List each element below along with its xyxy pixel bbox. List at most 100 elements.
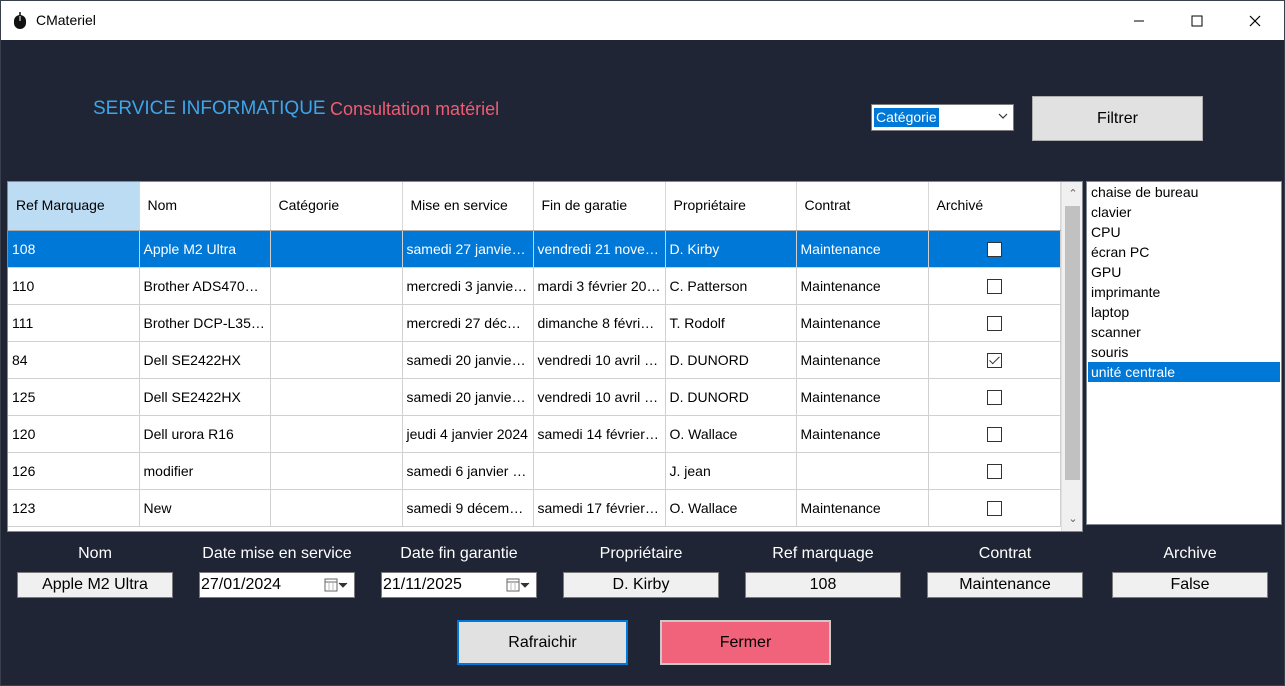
archive-checkbox[interactable] [986, 352, 1002, 368]
calendar-icon[interactable] [324, 577, 348, 593]
cell-mise[interactable]: samedi 27 janvier 2024 [402, 230, 534, 268]
category-list-item[interactable]: clavier [1088, 202, 1280, 222]
cell-mise[interactable]: samedi 20 janvier 2024 [402, 378, 534, 416]
archive-field[interactable]: False [1112, 572, 1268, 598]
column-header[interactable]: Contrat [796, 182, 929, 231]
category-list-item[interactable]: laptop [1088, 302, 1280, 322]
table-row[interactable]: 108Apple M2 Ultra samedi 27 janvier 2024v… [8, 230, 1061, 268]
cell-mise[interactable]: samedi 6 janvier 2024 [402, 452, 534, 490]
date-fin-picker[interactable]: 21/11/2025 [381, 572, 537, 598]
vertical-scrollbar[interactable]: ⌃ ⌄ [1061, 182, 1082, 531]
archive-checkbox[interactable] [986, 315, 1002, 331]
archive-checkbox[interactable] [986, 426, 1002, 442]
cell-ref[interactable]: 110 [8, 267, 140, 305]
cell-fin[interactable]: dimanche 8 février 2026 [533, 304, 666, 342]
category-list-item[interactable]: souris [1088, 342, 1280, 362]
category-listbox[interactable]: chaise de bureau clavier CPU écran PC GPU imp… [1086, 181, 1282, 525]
category-list-item[interactable]: GPU [1088, 262, 1280, 282]
cell-categorie[interactable] [270, 304, 403, 342]
category-list-item[interactable]: scanner [1088, 322, 1280, 342]
archive-checkbox[interactable] [986, 241, 1002, 257]
cell-nom[interactable]: Apple M2 Ultra [139, 230, 271, 268]
cell-categorie[interactable] [270, 489, 403, 527]
cell-contrat[interactable]: Maintenance [796, 415, 929, 453]
cell-fin[interactable]: samedi 17 février 2024 [533, 489, 666, 527]
column-header[interactable]: Nom [139, 182, 271, 231]
column-header[interactable]: Fin de garatie [533, 182, 666, 231]
cell-mise[interactable]: mercredi 3 janvier 2024 [402, 267, 534, 305]
cell-archive[interactable] [928, 267, 1061, 305]
ref-field[interactable]: 108 [745, 572, 901, 598]
cell-nom[interactable]: Dell SE2422HX [139, 378, 271, 416]
contrat-field[interactable]: Maintenance [927, 572, 1083, 598]
calendar-icon[interactable] [506, 577, 530, 593]
cell-ref[interactable]: 123 [8, 489, 140, 527]
cell-nom[interactable]: Brother ADS4700W [139, 267, 271, 305]
column-header[interactable]: Mise en service [402, 182, 534, 231]
cell-archive[interactable] [928, 452, 1061, 490]
cell-ref[interactable]: 120 [8, 415, 140, 453]
cell-proprietaire[interactable]: C. Patterson [665, 267, 797, 305]
nom-field[interactable]: Apple M2 Ultra [17, 572, 173, 598]
table-row[interactable]: 84Dell SE2422HX samedi 20 janvier 2024ven… [8, 341, 1061, 379]
cell-categorie[interactable] [270, 415, 403, 453]
cell-archive[interactable] [928, 378, 1061, 416]
cell-fin[interactable]: mardi 3 février 2026 [533, 267, 666, 305]
table-row[interactable]: 126 modifier samedi 6 janvier 2024 J. jean [8, 452, 1061, 490]
cell-fin[interactable]: samedi 14 février 2026 [533, 415, 666, 453]
cell-contrat[interactable]: Maintenance [796, 267, 929, 305]
materiel-grid[interactable]: Ref Marquage Nom Catégorie Mise en service F… [7, 181, 1083, 532]
table-row[interactable]: 123New samedi 9 décembre 2023samedi 17 fé… [8, 489, 1061, 527]
cell-mise[interactable]: samedi 20 janvier 2024 [402, 341, 534, 379]
table-row[interactable]: 110Brother ADS4700W mercredi 3 janvier 20… [8, 267, 1061, 305]
cell-nom[interactable]: Brother DCP-L3550 [139, 304, 271, 342]
column-header[interactable]: Propriétaire [665, 182, 797, 231]
minimize-button[interactable] [1110, 1, 1168, 40]
archive-checkbox[interactable] [986, 463, 1002, 479]
cell-categorie[interactable] [270, 378, 403, 416]
table-row[interactable]: 125Dell SE2422HX samedi 20 janvier 2024ve… [8, 378, 1061, 416]
table-row[interactable]: 111Brother DCP-L3550 mercredi 27 décembre… [8, 304, 1061, 342]
cell-nom[interactable]: Dell urora R16 [139, 415, 271, 453]
cell-contrat[interactable]: Maintenance [796, 341, 929, 379]
cell-ref[interactable]: 111 [8, 304, 140, 342]
cell-proprietaire[interactable]: O. Wallace [665, 489, 797, 527]
cell-archive[interactable] [928, 304, 1061, 342]
maximize-button[interactable] [1168, 1, 1226, 40]
cell-proprietaire[interactable]: D. Kirby [665, 230, 797, 268]
column-header[interactable]: Archivé [928, 182, 1061, 231]
cell-ref[interactable]: 125 [8, 378, 140, 416]
category-list-item[interactable]: imprimante [1088, 282, 1280, 302]
category-combo[interactable]: Catégorie [871, 104, 1014, 131]
cell-proprietaire[interactable]: O. Wallace [665, 415, 797, 453]
cell-mise[interactable]: jeudi 4 janvier 2024 [402, 415, 534, 453]
cell-archive[interactable] [928, 415, 1061, 453]
cell-contrat[interactable]: Maintenance [796, 230, 929, 268]
archive-checkbox[interactable] [986, 500, 1002, 516]
cell-nom[interactable]: Dell SE2422HX [139, 341, 271, 379]
cell-proprietaire[interactable]: D. DUNORD [665, 341, 797, 379]
proprietaire-field[interactable]: D. Kirby [563, 572, 719, 598]
refresh-button[interactable]: Rafraichir [457, 620, 628, 665]
cell-archive[interactable] [928, 341, 1061, 379]
close-window-button[interactable] [1226, 1, 1284, 40]
cell-proprietaire[interactable]: D. DUNORD [665, 378, 797, 416]
cell-contrat[interactable]: Maintenance [796, 378, 929, 416]
cell-ref[interactable]: 108 [8, 230, 140, 268]
cell-contrat[interactable]: Maintenance [796, 489, 929, 527]
category-list-item[interactable]: écran PC [1088, 242, 1280, 262]
date-mise-picker[interactable]: 27/01/2024 [199, 572, 355, 598]
archive-checkbox[interactable] [986, 278, 1002, 294]
category-list-item[interactable]: unité centrale [1088, 362, 1280, 382]
table-row[interactable]: 120 Dell urora R16 jeudi 4 janvier 2024 sam… [8, 415, 1061, 453]
scroll-thumb[interactable] [1065, 206, 1080, 480]
filter-button[interactable]: Filtrer [1032, 96, 1203, 141]
close-button[interactable]: Fermer [660, 620, 831, 665]
archive-checkbox[interactable] [986, 389, 1002, 405]
cell-ref[interactable]: 126 [8, 452, 140, 490]
cell-fin[interactable]: vendredi 10 avril 2026 [533, 341, 666, 379]
cell-categorie[interactable] [270, 452, 403, 490]
cell-archive[interactable] [928, 230, 1061, 268]
cell-proprietaire[interactable]: T. Rodolf [665, 304, 797, 342]
cell-categorie[interactable] [270, 341, 403, 379]
